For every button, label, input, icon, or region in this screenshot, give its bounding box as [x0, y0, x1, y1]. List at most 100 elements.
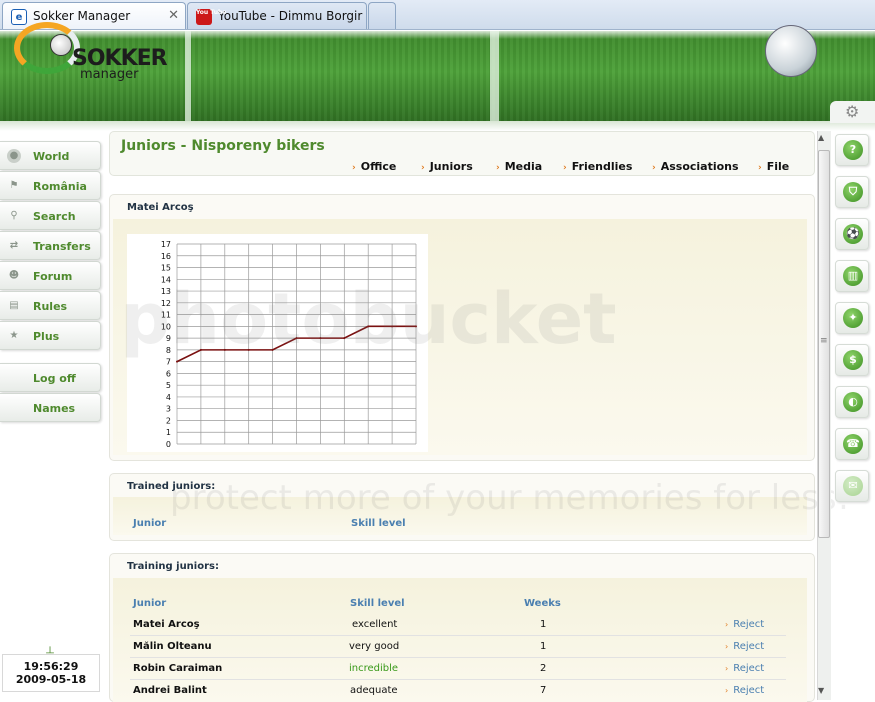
column-header-weeks[interactable]: Weeks: [524, 598, 561, 609]
stadium-button[interactable]: ◐: [835, 386, 869, 418]
weeks: 1: [540, 619, 547, 630]
mail-button[interactable]: ✉: [835, 470, 869, 502]
settings-gears-icon[interactable]: ⚙: [845, 102, 859, 121]
sidebar-item-forum[interactable]: ☻ Forum: [0, 261, 101, 290]
arrow-icon: ›: [725, 664, 729, 673]
players-button[interactable]: ⚽: [835, 218, 869, 250]
scroll-grip-icon: ≡: [820, 336, 828, 346]
chart-y-tick-label: 1: [166, 428, 171, 437]
club-button[interactable]: ⛉: [835, 176, 869, 208]
contacts-button[interactable]: ☎: [835, 428, 869, 460]
arrow-icon: ›: [652, 163, 656, 173]
chart-y-tick-label: 17: [161, 240, 171, 249]
sidebar-item-label: Transfers: [33, 240, 91, 253]
skill-level: very good: [349, 641, 400, 652]
sidebar-item-search[interactable]: ⚲ Search: [0, 201, 101, 230]
nav-office[interactable]: › Office: [352, 160, 396, 173]
sidebar-item-transfers[interactable]: ⇄ Transfers: [0, 231, 101, 260]
transfers-icon: ⇄: [9, 240, 19, 251]
reject-link[interactable]: › Reject: [725, 685, 764, 696]
column-header-junior[interactable]: Junior: [133, 598, 166, 609]
close-icon[interactable]: ✕: [168, 8, 179, 23]
logo-ball-icon: [50, 34, 72, 56]
names-label: Names: [33, 402, 76, 415]
chart-point: [176, 360, 178, 363]
player-icon: ⚽: [843, 224, 863, 244]
reject-label: Reject: [733, 641, 765, 652]
log-off-label: Log off: [33, 372, 76, 385]
column-header-skill-level[interactable]: Skill level: [350, 598, 405, 609]
junior-name[interactable]: Andrei Balint: [133, 685, 207, 696]
arrow-icon: ›: [725, 686, 729, 695]
help-button[interactable]: ?: [835, 134, 869, 166]
star-icon: ★: [9, 330, 19, 341]
weeks: 7: [540, 685, 547, 696]
training-button[interactable]: ✦: [835, 302, 869, 334]
nav-friendlies[interactable]: › Friendlies: [563, 160, 632, 173]
chart-y-tick-label: 16: [161, 252, 171, 261]
reject-link[interactable]: › Reject: [725, 663, 764, 674]
new-tab-button[interactable]: [368, 2, 396, 29]
skill-level: adequate: [350, 685, 398, 696]
tactics-icon: ▥: [843, 266, 863, 286]
chart-y-tick-label: 15: [161, 264, 171, 273]
chart-y-tick-label: 6: [166, 369, 171, 378]
scroll-up-arrow-icon[interactable]: ▲: [818, 133, 824, 142]
search-icon: ⚲: [10, 210, 18, 221]
chart-y-tick-label: 2: [166, 416, 171, 425]
row-divider: [130, 679, 786, 680]
arrow-icon: ›: [563, 163, 567, 173]
chart-y-tick-label: 5: [166, 381, 171, 390]
arrow-icon: ›: [758, 163, 762, 173]
arrow-icon: ›: [496, 163, 500, 173]
reject-link[interactable]: › Reject: [725, 619, 764, 630]
sidebar-item-rules[interactable]: ▤ Rules: [0, 291, 101, 320]
weeks: 2: [540, 663, 547, 674]
nav-label: File: [766, 160, 790, 173]
column-header-skill-level[interactable]: Skill level: [351, 518, 406, 529]
sidebar-item-label: Rules: [33, 300, 68, 313]
nav-media[interactable]: › Media: [496, 160, 542, 173]
nav-label: Associations: [660, 160, 739, 173]
names-button[interactable]: Names: [0, 393, 101, 422]
sidebar-item-label: Plus: [33, 330, 60, 343]
reject-label: Reject: [733, 685, 765, 696]
weeks: 1: [540, 641, 547, 652]
junior-name[interactable]: Matei Arcoş: [133, 619, 200, 630]
skill-level: excellent: [352, 619, 398, 630]
tactics-button[interactable]: ▥: [835, 260, 869, 292]
junior-name[interactable]: Mălin Olteanu: [133, 641, 212, 652]
arrow-icon: ›: [725, 620, 729, 629]
training-panel-body: [113, 578, 807, 702]
column-header-junior[interactable]: Junior: [133, 518, 166, 529]
ie-icon: e: [11, 9, 27, 25]
finances-button[interactable]: $: [835, 344, 869, 376]
sidebar-item-romania[interactable]: ⚑ România: [0, 171, 101, 200]
nav-label: Media: [504, 160, 543, 173]
stadium-icon: ◐: [843, 392, 863, 412]
phone-icon: ☎: [843, 434, 863, 454]
training-icon: ✦: [843, 308, 863, 328]
nav-associations[interactable]: › Associations: [652, 160, 739, 173]
reject-label: Reject: [733, 619, 765, 630]
sidebar-item-label: Search: [33, 210, 76, 223]
skill-level: incredible: [349, 663, 399, 674]
scroll-down-arrow-icon[interactable]: ▼: [818, 686, 824, 695]
sidebar-item-label: World: [33, 150, 70, 163]
money-icon: $: [843, 350, 863, 370]
nav-label: Friendlies: [571, 160, 633, 173]
arrow-icon: ›: [352, 163, 356, 173]
junior-name[interactable]: Robin Caraiman: [133, 663, 222, 674]
reject-link[interactable]: › Reject: [725, 641, 764, 652]
row-divider: [130, 635, 786, 636]
soccer-ball-icon: [765, 25, 817, 77]
log-off-button[interactable]: Log off: [0, 363, 101, 392]
flag-icon: ⚑: [9, 180, 19, 191]
nav-juniors[interactable]: › Juniors: [421, 160, 473, 173]
sidebar-item-plus[interactable]: ★ Plus: [0, 321, 101, 350]
nav-file[interactable]: › File: [758, 160, 789, 173]
sidebar-item-world[interactable]: ● World: [0, 141, 101, 170]
browser-tab-youtube[interactable]: You Tube YouTube - Dimmu Borgir ...: [187, 2, 367, 29]
clock-time: 19:56:29: [23, 660, 79, 673]
row-divider: [130, 657, 786, 658]
